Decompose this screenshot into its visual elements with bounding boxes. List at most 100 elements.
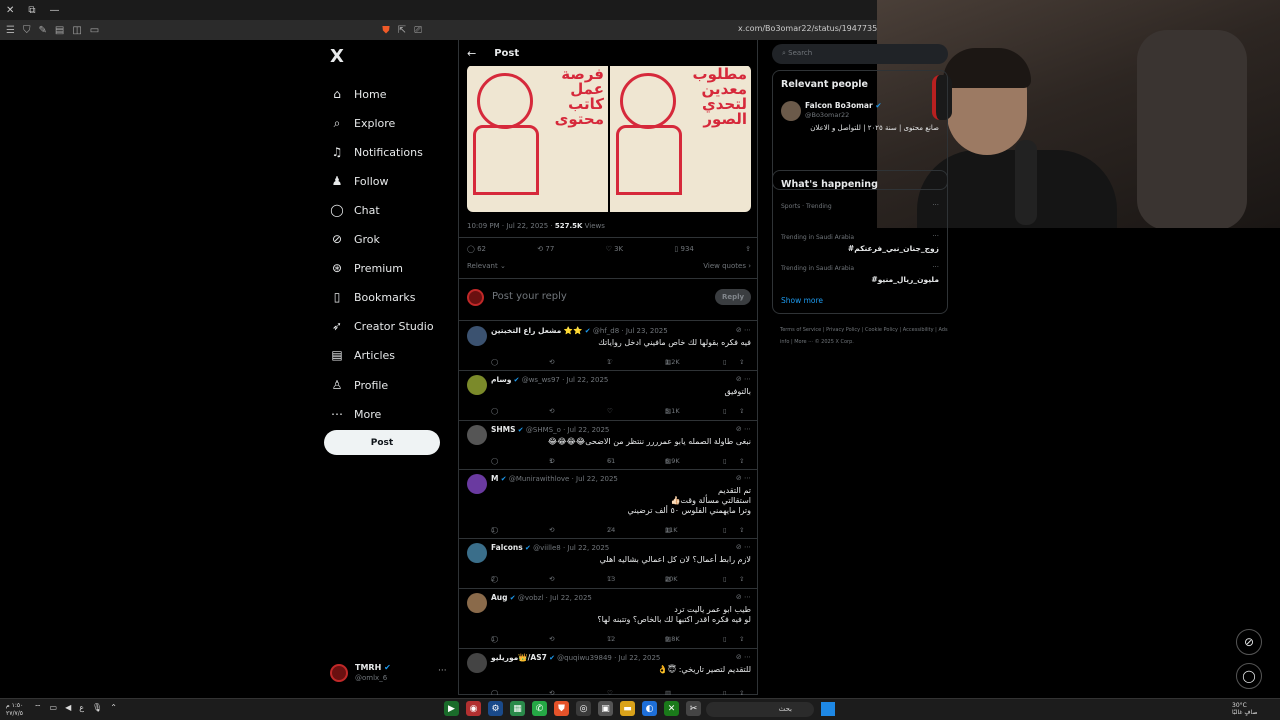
repost-action[interactable]: ⟲ 77: [537, 245, 554, 259]
speaker-icon[interactable]: ◀: [65, 703, 71, 713]
reply-author[interactable]: موريليو👑/AS7: [491, 653, 547, 662]
trend-item[interactable]: #زوج_جنان_نبي_فرعنكم: [848, 244, 939, 253]
obs-icon[interactable]: ◎: [576, 701, 591, 716]
timestamp-text[interactable]: 10:09 PM · Jul 22, 2025 ·: [467, 222, 555, 230]
trend-more-icon[interactable]: ···: [932, 263, 939, 271]
shield-icon[interactable]: ⛉: [23, 25, 31, 36]
share-icon[interactable]: ⇪: [739, 635, 744, 643]
screen-recorder-icon[interactable]: ◉: [466, 701, 481, 716]
share-icon[interactable]: ⇪: [745, 245, 751, 259]
share-icon[interactable]: ⇪: [739, 358, 744, 366]
restore-window-button[interactable]: ⧉: [28, 5, 35, 16]
sidebar-item-premium[interactable]: ⊛ Premium: [330, 258, 403, 278]
reply-author[interactable]: وسام: [491, 375, 511, 384]
reply-author[interactable]: Aug: [491, 593, 508, 602]
reply-item[interactable]: M ✔ @Munirawithlove · Jul 22, 2025 ⊘ ⋯ تم …: [459, 470, 757, 539]
avatar[interactable]: [467, 593, 487, 613]
grok-icon[interactable]: ⊘ ⋯: [736, 375, 751, 383]
share-icon[interactable]: ⇱: [398, 25, 406, 36]
xbox-icon[interactable]: ✕: [664, 701, 679, 716]
reply-item[interactable]: وسام ✔ @ws_ws97 · Jul 22, 2025 ⊘ ⋯ بالتوفي…: [459, 371, 757, 421]
share-icon[interactable]: ⇪: [739, 407, 744, 415]
avatar[interactable]: [467, 425, 487, 445]
view-quotes-link[interactable]: View quotes ›: [703, 262, 751, 270]
close-window-button[interactable]: ✕: [6, 5, 14, 16]
reply-author[interactable]: Falcons: [491, 543, 523, 552]
bookmark-action[interactable]: ▯ 934: [674, 245, 693, 259]
bookmark-icon[interactable]: ▯: [723, 407, 727, 415]
share-icon[interactable]: ⇪: [739, 457, 744, 465]
reader-icon[interactable]: ▤: [55, 25, 64, 36]
taskbar-search[interactable]: بحث: [706, 702, 814, 717]
reply-input[interactable]: Post your reply: [492, 291, 567, 302]
reply-handle[interactable]: @vobzl · Jul 22, 2025: [518, 594, 592, 602]
reply-handle[interactable]: @Munirawithlove · Jul 22, 2025: [509, 475, 618, 483]
show-more-link[interactable]: Show more: [781, 296, 823, 305]
tab-icon[interactable]: ▭: [90, 25, 99, 36]
avatar[interactable]: [781, 101, 801, 121]
bookmark-icon[interactable]: ▯: [723, 358, 727, 366]
language-icon[interactable]: ع: [79, 703, 84, 713]
play-app-icon[interactable]: ▶: [444, 701, 459, 716]
grok-floating-button[interactable]: ⊘: [1236, 629, 1262, 655]
grok-icon[interactable]: ⊘ ⋯: [736, 593, 751, 601]
grok-icon[interactable]: ⊘ ⋯: [736, 543, 751, 551]
bookmark-icon[interactable]: ▯: [723, 575, 727, 583]
sidebar-item-creator-studio[interactable]: ➶ Creator Studio: [330, 316, 434, 336]
sidebar-item-notifications[interactable]: ♫ Notifications: [330, 142, 423, 162]
search-input[interactable]: ⌕ Search: [772, 44, 948, 64]
whatsapp-icon[interactable]: ✆: [532, 701, 547, 716]
reply-author[interactable]: SHMS: [491, 425, 516, 434]
trend-more-icon[interactable]: ···: [932, 232, 939, 240]
sidebar-item-chat[interactable]: ◯ Chat: [330, 200, 379, 220]
reply-item[interactable]: Falcons ✔ @viille8 · Jul 22, 2025 ⊘ ⋯ لازم…: [459, 539, 757, 589]
split-view-icon[interactable]: ◫: [72, 25, 81, 36]
pen-icon[interactable]: ✎: [38, 25, 46, 36]
footer-links[interactable]: Terms of Service | Privacy Policy | Cook…: [780, 324, 950, 348]
sidebar-item-explore[interactable]: ⌕ Explore: [330, 113, 396, 133]
grok-icon[interactable]: ⊘ ⋯: [736, 326, 751, 334]
reply-item[interactable]: مشعل راع التخبتين ⭐⭐ ✔ @hf_d8 · Jul 23, …: [459, 322, 757, 371]
share-icon[interactable]: ⇪: [739, 526, 744, 534]
bookmark-icon[interactable]: ▯: [723, 457, 727, 465]
grok-icon[interactable]: ⊘ ⋯: [736, 425, 751, 433]
brave-icon[interactable]: ⛊: [554, 701, 569, 716]
sidebar-item-follow[interactable]: ♟ Follow: [330, 171, 389, 191]
avatar[interactable]: [467, 326, 487, 346]
reply-author[interactable]: M: [491, 474, 498, 483]
minimize-window-button[interactable]: —: [50, 5, 60, 16]
calculator-icon[interactable]: ▣: [598, 701, 613, 716]
avatar[interactable]: [467, 653, 487, 673]
apps-icon[interactable]: ▦: [510, 701, 525, 716]
reply-button[interactable]: Reply: [715, 289, 751, 305]
more-icon[interactable]: ···: [438, 666, 447, 676]
file-explorer-icon[interactable]: ▬: [620, 701, 635, 716]
chat-floating-button[interactable]: ◯: [1236, 663, 1262, 689]
bookmark-icon[interactable]: ▯: [723, 526, 727, 534]
sidebar-toggle-icon[interactable]: ☰: [6, 25, 15, 36]
reply-author[interactable]: مشعل راع التخبتين ⭐⭐: [491, 326, 583, 335]
share-icon[interactable]: ⇪: [739, 689, 744, 695]
account-switcher[interactable]: TMRH ✔ @omlx_6 ···: [330, 662, 450, 684]
bookmark-icon[interactable]: ▯: [723, 689, 727, 695]
media-image-left[interactable]: فرصة عمل كاتب محتوى: [467, 65, 608, 212]
x-logo-icon[interactable]: X: [330, 46, 344, 67]
wifi-icon[interactable]: ⌔: [34, 703, 42, 713]
media-image-right[interactable]: مطلوب معدين لتحدي الصور: [610, 65, 751, 212]
like-action[interactable]: ♡ 3K: [606, 245, 624, 259]
weather-widget[interactable]: 30°C صافٍ غالبًا: [1232, 702, 1257, 716]
steam-icon[interactable]: ⚙: [488, 701, 503, 716]
microphone-icon[interactable]: 🎙: [92, 703, 102, 713]
reply-action[interactable]: ◯ 62: [467, 245, 486, 259]
trend-more-icon[interactable]: ···: [932, 201, 939, 209]
reply-item[interactable]: SHMS ✔ @SHMS_o · Jul 22, 2025 ⊘ ⋯ نبغى طاو…: [459, 421, 757, 470]
share-icon[interactable]: ⇪: [739, 575, 744, 583]
back-arrow-icon[interactable]: ←: [467, 47, 476, 60]
sidebar-item-grok[interactable]: ⊘ Grok: [330, 229, 380, 249]
taskbar-clock[interactable]: ١:٥٠ م ٢٧/٧/٥: [6, 702, 23, 718]
edge-icon[interactable]: ◐: [642, 701, 657, 716]
sidebar-item-more[interactable]: ⋯ More: [330, 404, 381, 424]
reply-handle[interactable]: @hf_d8 · Jul 23, 2025: [593, 327, 668, 335]
monitor-icon[interactable]: ▭: [50, 703, 58, 713]
trend-item[interactable]: #مليون_ريال_منيو: [871, 275, 939, 284]
